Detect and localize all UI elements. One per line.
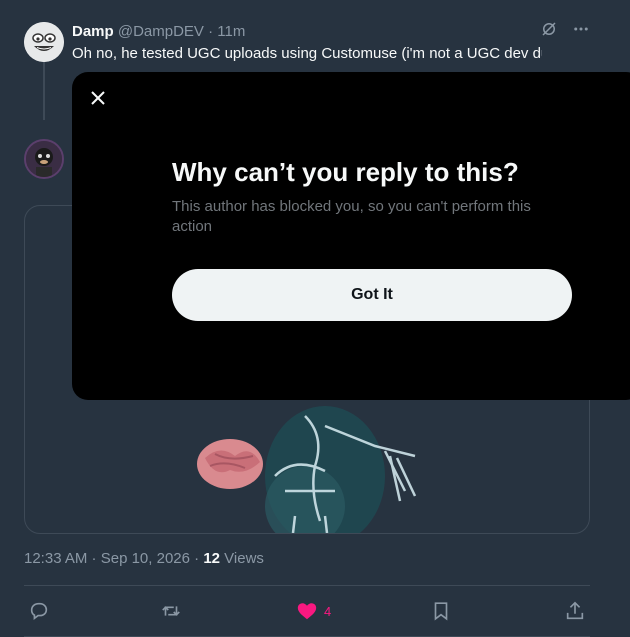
author-handle[interactable]: @DampDEV (118, 23, 204, 40)
grok-icon[interactable] (540, 20, 558, 43)
author-name[interactable]: Damp (72, 23, 114, 40)
reply-button[interactable] (28, 596, 50, 626)
avatar-character-icon (26, 141, 62, 177)
meta-separator-1: · (87, 550, 101, 567)
tweet-time[interactable]: 11m (217, 23, 245, 40)
like-count: 4 (324, 603, 332, 619)
reply-icon (30, 602, 48, 620)
meta-divider (24, 585, 590, 586)
views-label: Views (220, 550, 264, 567)
views-count: 12 (203, 550, 221, 567)
reply-author-avatar[interactable] (24, 139, 64, 179)
modal-title: Why can’t you reply to this? (172, 157, 519, 187)
thread-connector-line (43, 62, 45, 120)
got-it-button[interactable]: Got It (172, 269, 572, 321)
tweet-action-bar: 4 (24, 596, 592, 626)
tweet-timestamp-time[interactable]: 12:33 AM (24, 550, 87, 567)
parent-author-avatar[interactable] (24, 22, 64, 62)
modal-body: This author has blocked you, so you can'… (172, 198, 531, 235)
blocked-reply-modal: Why can’t you reply to this? This author… (72, 72, 630, 400)
parent-tweet[interactable]: Damp @DampDEV · 11m Oh no, he tested UGC… (0, 0, 630, 80)
meta-separator-2: · (189, 550, 204, 567)
more-options-icon[interactable] (572, 20, 590, 43)
retweet-icon (162, 606, 180, 616)
heart-filled-icon (297, 603, 317, 620)
tweet-top-actions (540, 20, 590, 43)
tweet-timestamp-date[interactable]: Sep 10, 2026 (101, 550, 190, 567)
skeleton-brain-image[interactable] (175, 396, 435, 533)
header-separator: · (203, 23, 218, 40)
bookmark-icon (434, 602, 448, 621)
smiley-face-icon (24, 22, 64, 62)
close-button[interactable] (84, 84, 112, 112)
close-icon (91, 91, 105, 105)
like-button[interactable]: 4 (296, 596, 331, 626)
share-button[interactable] (564, 596, 586, 626)
retweet-button[interactable] (160, 596, 182, 626)
bookmark-button[interactable] (430, 596, 452, 626)
share-icon (566, 601, 584, 620)
parent-tweet-header: Damp @DampDEV · 11m (72, 22, 245, 42)
tweet-meta: 12:33 AM · Sep 10, 2026 · 12 Views (24, 550, 264, 567)
